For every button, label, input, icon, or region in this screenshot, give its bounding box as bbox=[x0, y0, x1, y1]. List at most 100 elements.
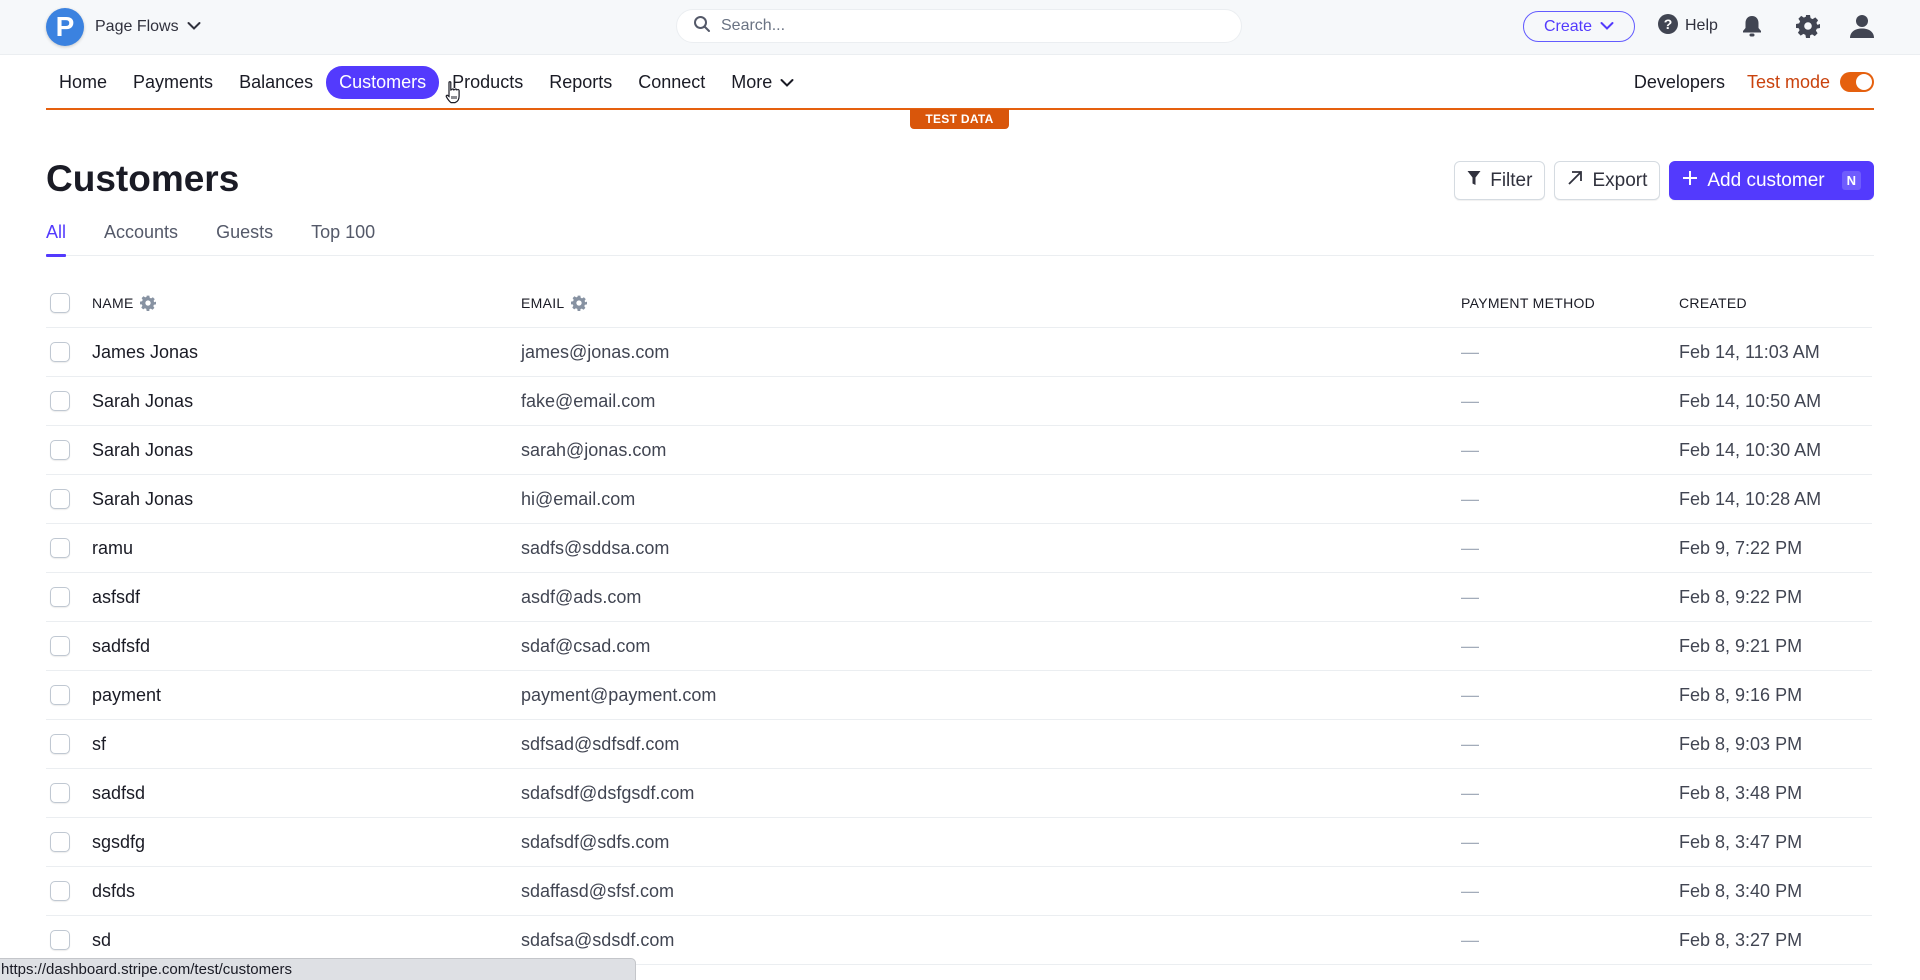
row-checkbox[interactable] bbox=[50, 685, 70, 705]
nav-item-products[interactable]: Products bbox=[439, 66, 536, 99]
row-checkbox[interactable] bbox=[50, 881, 70, 901]
user-profile-icon[interactable] bbox=[1849, 13, 1875, 44]
table-row[interactable]: asfsdf asdf@ads.com — Feb 8, 9:22 PM bbox=[46, 573, 1872, 622]
toggle-switch[interactable] bbox=[1840, 72, 1874, 92]
account-switcher[interactable]: P Page Flows bbox=[46, 8, 201, 46]
customer-name: Sarah Jonas bbox=[92, 390, 194, 411]
column-settings-gear-icon[interactable] bbox=[570, 295, 587, 311]
row-checkbox[interactable] bbox=[50, 636, 70, 656]
nav-item-payments[interactable]: Payments bbox=[120, 66, 226, 99]
row-checkbox[interactable] bbox=[50, 342, 70, 362]
tab-accounts[interactable]: Accounts bbox=[104, 220, 178, 256]
table-row[interactable]: Sarah Jonas hi@email.com — Feb 14, 10:28 AM bbox=[46, 475, 1872, 524]
keyboard-shortcut-badge: N bbox=[1841, 171, 1861, 190]
customer-created: Feb 8, 9:21 PM bbox=[1679, 635, 1803, 656]
row-checkbox[interactable] bbox=[50, 783, 70, 803]
browser-status-url: https://dashboard.stripe.com/test/custom… bbox=[0, 958, 636, 980]
customer-name: James Jonas bbox=[92, 341, 199, 362]
nav-item-balances[interactable]: Balances bbox=[226, 66, 326, 99]
row-checkbox[interactable] bbox=[50, 489, 70, 509]
nav-item-customers[interactable]: Customers bbox=[326, 65, 440, 99]
create-button[interactable]: Create bbox=[1523, 11, 1635, 42]
customer-created: Feb 8, 9:22 PM bbox=[1679, 586, 1803, 607]
nav-item-home[interactable]: Home bbox=[46, 66, 120, 99]
row-checkbox[interactable] bbox=[50, 538, 70, 558]
customer-payment-method: — bbox=[1461, 684, 1479, 705]
nav-item-connect[interactable]: Connect bbox=[625, 66, 718, 99]
account-name: Page Flows bbox=[95, 18, 179, 35]
customer-name: ramu bbox=[92, 537, 134, 558]
table-row[interactable]: dsfds sdaffasd@sfsf.com — Feb 8, 3:40 PM bbox=[46, 867, 1872, 916]
tab-guests[interactable]: Guests bbox=[216, 220, 273, 256]
customer-email: sdafsa@sdsdf.com bbox=[521, 929, 675, 950]
table-row[interactable]: sadfsfd sdaf@csad.com — Feb 8, 9:21 PM bbox=[46, 622, 1872, 671]
filter-button[interactable]: Filter bbox=[1454, 161, 1546, 200]
help-button[interactable]: ? Help bbox=[1657, 12, 1718, 40]
customer-created: Feb 14, 10:30 AM bbox=[1679, 439, 1822, 460]
row-checkbox[interactable] bbox=[50, 930, 70, 950]
customer-email: asdf@ads.com bbox=[521, 586, 642, 607]
row-checkbox[interactable] bbox=[50, 832, 70, 852]
column-settings-gear-icon[interactable] bbox=[139, 295, 156, 311]
search-input[interactable] bbox=[721, 17, 1221, 35]
test-data-badge: TEST DATA bbox=[910, 109, 1009, 129]
customer-tabs: All Accounts Guests Top 100 bbox=[46, 220, 1874, 257]
column-header-created[interactable]: CREATED bbox=[1679, 295, 1747, 311]
help-label: Help bbox=[1685, 17, 1718, 34]
customer-payment-method: — bbox=[1461, 586, 1479, 607]
export-arrow-icon bbox=[1567, 170, 1583, 192]
customer-created: Feb 14, 10:50 AM bbox=[1679, 390, 1822, 411]
select-all-checkbox[interactable] bbox=[50, 292, 70, 313]
column-header-email[interactable]: EMAIL bbox=[521, 295, 587, 311]
customer-email: payment@payment.com bbox=[521, 684, 717, 705]
nav-more-label: More bbox=[731, 71, 773, 92]
customer-payment-method: — bbox=[1461, 929, 1479, 950]
table-row[interactable]: sgsdfg sdafsdf@sdfs.com — Feb 8, 3:47 PM bbox=[46, 818, 1872, 867]
tab-all[interactable]: All bbox=[46, 220, 67, 257]
page-title: Customers bbox=[46, 158, 240, 199]
customer-payment-method: — bbox=[1461, 733, 1479, 754]
table-row[interactable]: ramu sadfs@sddsa.com — Feb 9, 7:22 PM bbox=[46, 524, 1872, 573]
customer-payment-method: — bbox=[1461, 537, 1479, 558]
customers-table: NAME EMAIL PAYMENT METHOD CREATED James … bbox=[46, 278, 1872, 965]
chevron-down-icon bbox=[1600, 18, 1614, 36]
customer-payment-method: — bbox=[1461, 439, 1479, 460]
row-checkbox[interactable] bbox=[50, 734, 70, 754]
notifications-bell-icon[interactable] bbox=[1741, 14, 1763, 43]
row-checkbox[interactable] bbox=[50, 391, 70, 411]
customer-created: Feb 9, 7:22 PM bbox=[1679, 537, 1803, 558]
customer-name: dsfds bbox=[92, 880, 136, 901]
table-row[interactable]: sadfsd sdafsdf@dsfgsdf.com — Feb 8, 3:48 PM bbox=[46, 769, 1872, 818]
test-mode-toggle[interactable]: Test mode bbox=[1747, 72, 1874, 93]
customer-payment-method: — bbox=[1461, 635, 1479, 656]
developers-link[interactable]: Developers bbox=[1634, 72, 1725, 93]
table-row[interactable]: Sarah Jonas sarah@jonas.com — Feb 14, 10:30… bbox=[46, 426, 1872, 475]
customer-name: asfsdf bbox=[92, 586, 141, 607]
export-label: Export bbox=[1592, 169, 1648, 191]
settings-gear-icon[interactable] bbox=[1796, 14, 1820, 43]
plus-icon bbox=[1682, 170, 1698, 192]
table-row[interactable]: sf sdfsad@sdfsdf.com — Feb 8, 9:03 PM bbox=[46, 720, 1872, 769]
customer-name: Sarah Jonas bbox=[92, 488, 194, 509]
row-checkbox[interactable] bbox=[50, 440, 70, 460]
column-header-name[interactable]: NAME bbox=[92, 295, 156, 311]
nav-item-reports[interactable]: Reports bbox=[536, 66, 625, 99]
search-bar[interactable] bbox=[676, 9, 1242, 43]
customer-created: Feb 14, 11:03 AM bbox=[1679, 341, 1820, 362]
top-bar: P Page Flows Create ? Help bbox=[0, 0, 1920, 55]
customer-payment-method: — bbox=[1461, 488, 1479, 509]
customer-email: sdafsdf@sdfs.com bbox=[521, 831, 670, 852]
customer-name: sadfsd bbox=[92, 782, 146, 803]
tab-top-100[interactable]: Top 100 bbox=[311, 220, 375, 256]
customer-created: Feb 8, 9:03 PM bbox=[1679, 733, 1803, 754]
row-checkbox[interactable] bbox=[50, 587, 70, 607]
table-row[interactable]: Sarah Jonas fake@email.com — Feb 14, 10:50 … bbox=[46, 377, 1872, 426]
customer-payment-method: — bbox=[1461, 782, 1479, 803]
add-customer-label: Add customer bbox=[1707, 169, 1825, 191]
customer-email: sarah@jonas.com bbox=[521, 439, 667, 460]
table-row[interactable]: payment payment@payment.com — Feb 8, 9:16 P… bbox=[46, 671, 1872, 720]
table-row[interactable]: James Jonas james@jonas.com — Feb 14, 11:03… bbox=[46, 328, 1872, 377]
export-button[interactable]: Export bbox=[1554, 161, 1661, 200]
nav-item-more[interactable]: More bbox=[718, 66, 807, 99]
add-customer-button[interactable]: Add customer N bbox=[1669, 161, 1874, 200]
